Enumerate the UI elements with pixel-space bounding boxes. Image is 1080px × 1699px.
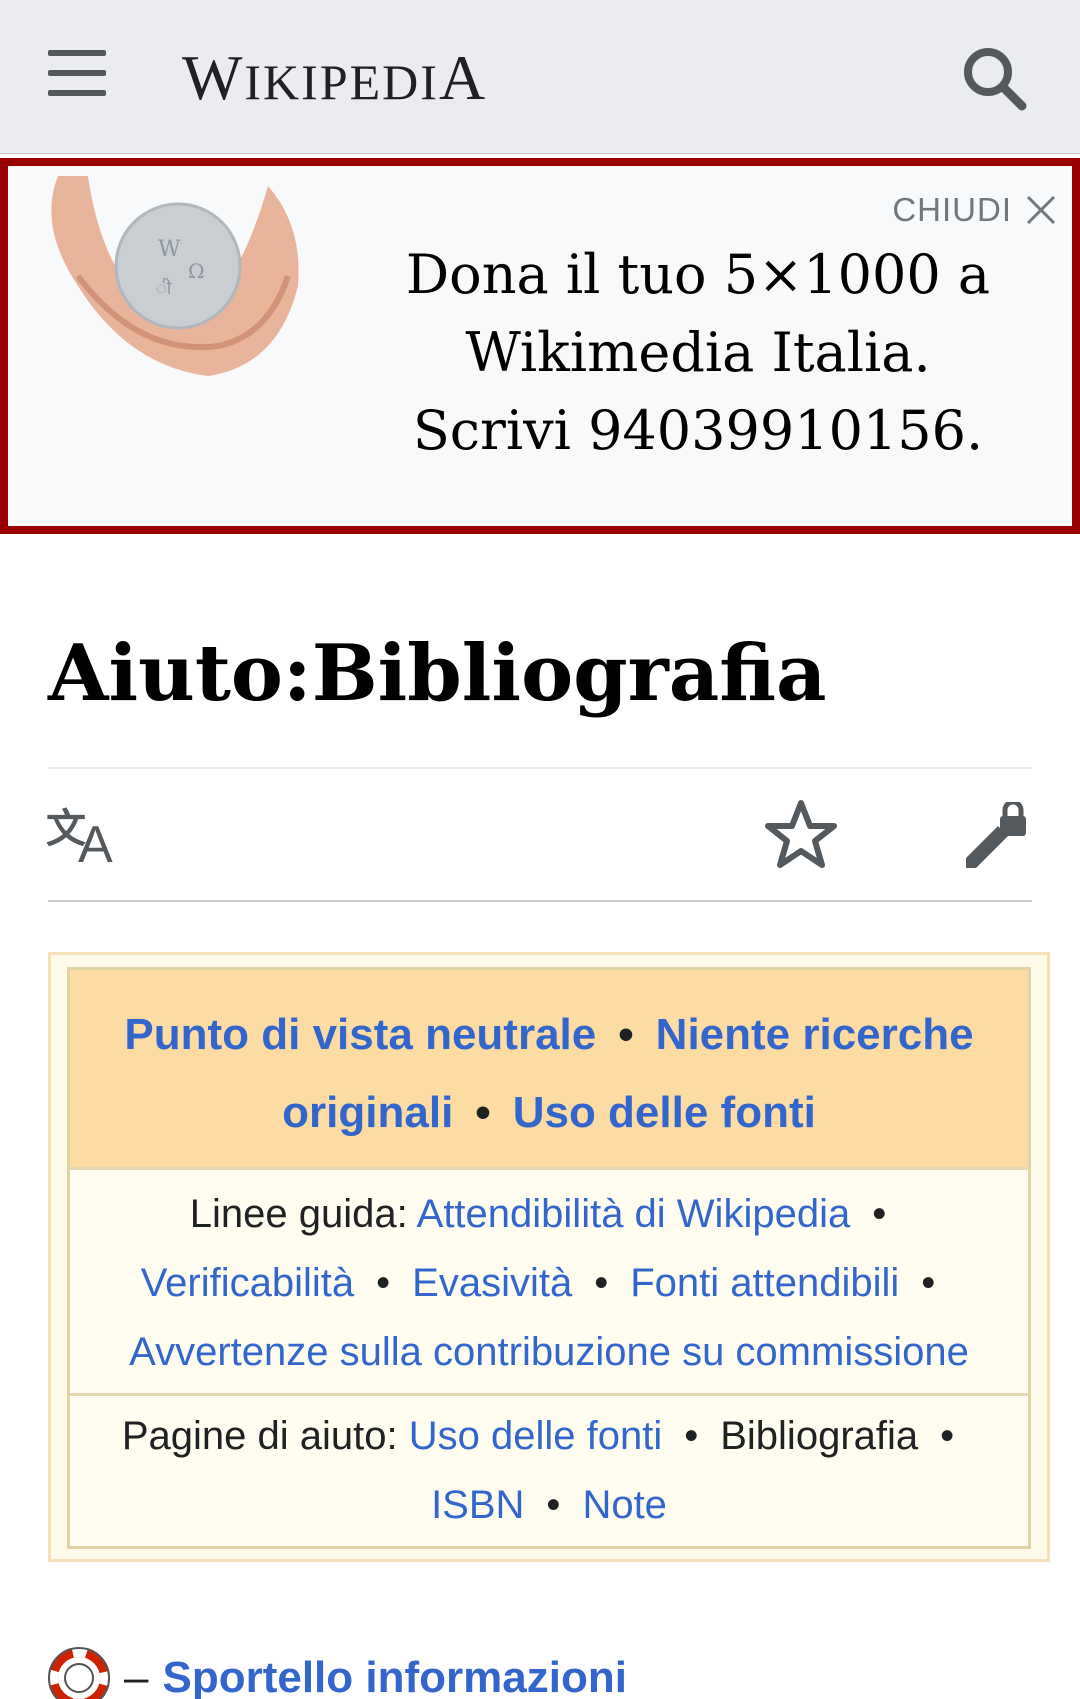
separator: •: [618, 1010, 634, 1059]
current-page-bibliografia: Bibliografia: [720, 1414, 919, 1458]
separator: •: [684, 1414, 699, 1458]
navbox-guidelines-row: Linee guida: Attendibilità di Wikipedia •…: [70, 1170, 1028, 1396]
link-sportello-informazioni[interactable]: Sportello informazioni: [162, 1653, 626, 1699]
guidelines-label: Linee guida:: [189, 1192, 408, 1236]
link-verificabilita[interactable]: Verificabilità: [141, 1261, 354, 1305]
banner-line-1: Dona il tuo 5×1000 a: [405, 243, 991, 306]
svg-text:A: A: [78, 816, 113, 870]
title-divider: [48, 767, 1032, 769]
link-avvertenze[interactable]: Avvertenze sulla contribuzione su commis…: [129, 1330, 969, 1374]
lifebuoy-icon: [48, 1647, 110, 1699]
link-uso-delle-fonti-help[interactable]: Uso delle fonti: [409, 1414, 662, 1458]
svg-text:W: W: [158, 237, 181, 262]
navbox-help-pages-row: Pagine di aiuto: Uso delle fonti • Bibliog…: [70, 1396, 1028, 1546]
separator: •: [475, 1088, 491, 1137]
top-header: WIKIPEDIA: [0, 0, 1080, 154]
hamburger-menu-icon[interactable]: [48, 50, 116, 104]
wikipedia-wordmark[interactable]: WIKIPEDIA: [182, 38, 487, 118]
dash: –: [124, 1653, 149, 1699]
banner-line-2: Wikimedia Italia.: [465, 321, 931, 384]
search-icon[interactable]: [960, 44, 1030, 114]
page-title: Aiuto:Bibliografia: [48, 628, 827, 719]
link-evasivita[interactable]: Evasività: [412, 1261, 572, 1305]
svg-text:Ω: Ω: [188, 259, 205, 283]
svg-text:ी: ी: [156, 277, 172, 299]
help-pages-label: Pagine di aiuto:: [121, 1414, 398, 1458]
help-desk-line: – Sportello informazioni: [48, 1647, 627, 1699]
policy-navbox: Punto di vista neutrale • Niente ricerche …: [48, 952, 1050, 1562]
link-uso-delle-fonti[interactable]: Uso delle fonti: [513, 1088, 816, 1137]
link-fonti-attendibili[interactable]: Fonti attendibili: [630, 1261, 899, 1305]
separator: •: [546, 1483, 561, 1527]
navbox-inner: Punto di vista neutrale • Niente ricerche …: [67, 967, 1031, 1549]
banner-message[interactable]: Dona il tuo 5×1000 a Wikimedia Italia. S…: [368, 236, 1028, 470]
navbox-header: Punto di vista neutrale • Niente ricerche …: [70, 970, 1028, 1170]
donation-banner: W Ω ी CHIUDI Dona il tuo 5×1000 a Wikime…: [0, 158, 1080, 534]
banner-line-3: Scrivi 94039910156.: [412, 399, 984, 462]
separator: •: [376, 1261, 391, 1305]
separator: •: [872, 1192, 887, 1236]
star-icon[interactable]: [764, 798, 838, 877]
language-icon[interactable]: 文 A: [46, 800, 126, 875]
separator: •: [921, 1261, 936, 1305]
link-attendibilita[interactable]: Attendibilità di Wikipedia: [417, 1192, 851, 1236]
banner-close-label: CHIUDI: [892, 191, 1012, 228]
toolbar-divider: [48, 900, 1032, 902]
hands-holding-globe-image: W Ω ी: [51, 176, 299, 376]
close-icon: [1026, 195, 1056, 225]
link-punto-di-vista-neutrale[interactable]: Punto di vista neutrale: [124, 1010, 596, 1059]
separator: •: [940, 1414, 955, 1458]
link-note[interactable]: Note: [582, 1483, 667, 1527]
edit-locked-icon[interactable]: [962, 799, 1028, 877]
banner-close-button[interactable]: CHIUDI: [892, 190, 1056, 230]
separator: •: [594, 1261, 609, 1305]
link-isbn[interactable]: ISBN: [431, 1483, 524, 1527]
